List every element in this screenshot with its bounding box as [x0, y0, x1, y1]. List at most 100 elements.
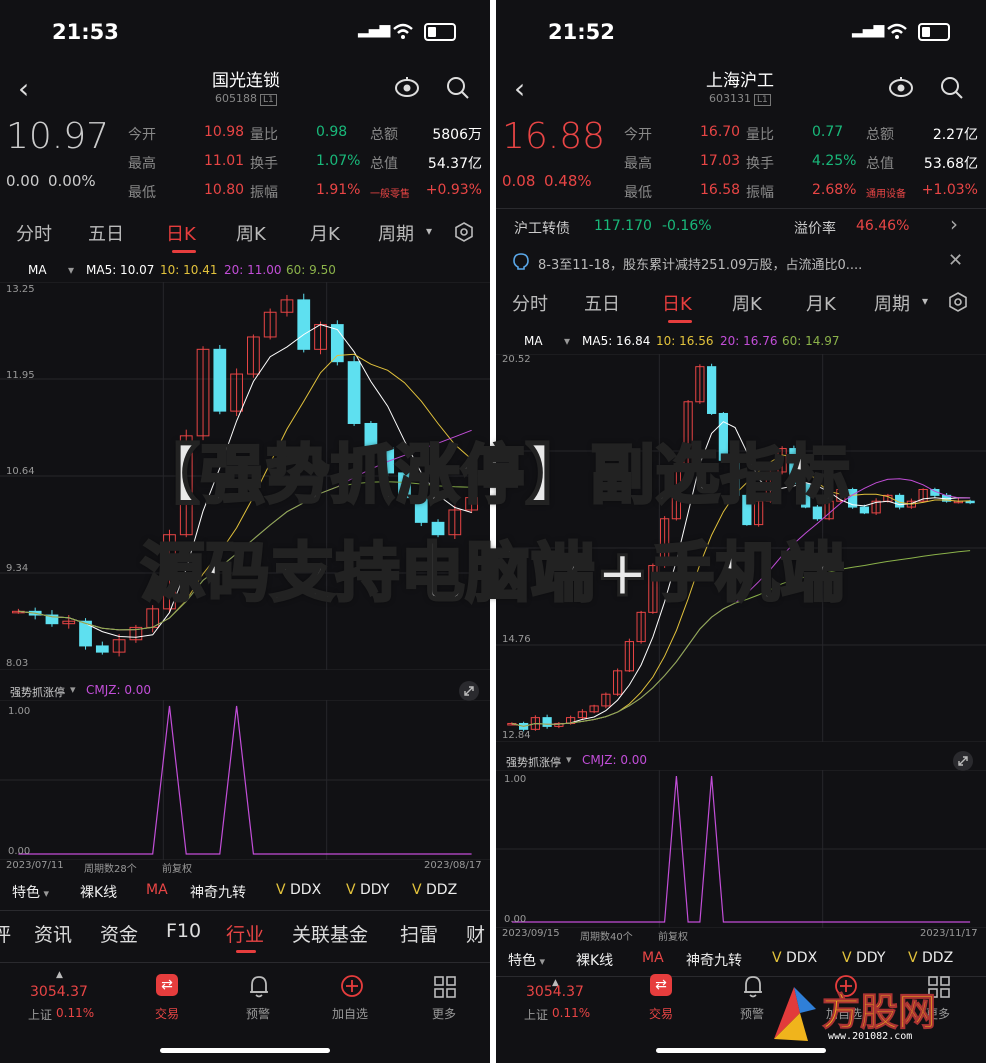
industry-tag[interactable]: 一般零售 [370, 185, 410, 200]
tab-period[interactable]: 周期 [378, 220, 414, 246]
quote-value: 10.98 [204, 124, 245, 140]
tab-period[interactable]: 月K [806, 290, 836, 316]
search-icon[interactable] [940, 76, 964, 100]
status-time: 21:52 [548, 20, 615, 44]
premium-value: 46.46% [856, 218, 910, 234]
tab-period[interactable]: 周K [732, 290, 762, 316]
adjust-mode[interactable]: 前复权 [162, 860, 192, 875]
toolbar-item[interactable]: MA [642, 950, 664, 966]
indicator-axis-min: 0.00 [8, 846, 31, 857]
alert-bell-icon[interactable] [742, 974, 764, 998]
adjust-mode[interactable]: 前复权 [658, 928, 688, 943]
trade-label[interactable]: 交易 [649, 1005, 673, 1022]
active-tab-underline [668, 320, 692, 323]
toolbar-item[interactable]: V DDX [276, 882, 321, 898]
toolbar-item[interactable]: 裸K线 [576, 950, 613, 970]
add-watchlist-icon[interactable] [340, 974, 364, 998]
price-axis-label: 14.76 [502, 634, 531, 645]
alert-label[interactable]: 预警 [246, 1005, 270, 1022]
more-grid-icon[interactable] [434, 976, 456, 998]
stock-code: 605188 L1 [215, 92, 277, 106]
tab-period[interactable]: 分时 [512, 290, 548, 316]
period-dropdown-icon[interactable]: ▾ [426, 224, 432, 238]
index-value[interactable]: 3054.37 [526, 984, 584, 1000]
ma-selector[interactable]: MA [524, 334, 543, 348]
toolbar-item[interactable]: V DDY [842, 950, 885, 966]
index-value[interactable]: 3054.37 [30, 984, 88, 1000]
toolbar-item-label: DDZ [426, 882, 458, 898]
price-change-pct: 0.00% [48, 172, 96, 190]
nav-tab[interactable]: 关联基金 [292, 920, 368, 947]
toolbar-item[interactable]: 特色 ▾ [12, 882, 49, 902]
toolbar-item[interactable]: MA [146, 882, 168, 898]
indicator-name[interactable]: 强势抓涨停 [506, 754, 561, 770]
tab-period[interactable]: 周期 [874, 290, 910, 316]
ma5-value: MA5: 16.84 [582, 334, 651, 348]
nav-tab[interactable]: 资金 [100, 920, 138, 947]
home-indicator [160, 1048, 330, 1053]
period-dropdown-icon[interactable]: ▾ [922, 294, 928, 308]
toolbar-item[interactable]: V DDY [346, 882, 389, 898]
candle-body [297, 299, 311, 350]
nav-tab[interactable]: 扫雷 [400, 920, 438, 947]
quote-value: 0.98 [316, 124, 348, 140]
robot-icon[interactable] [888, 76, 914, 98]
nav-tab[interactable]: 行业 [226, 920, 264, 947]
tab-period[interactable]: 五日 [584, 290, 620, 316]
settings-icon[interactable] [454, 222, 474, 242]
add-watchlist-label[interactable]: 加自选 [332, 1005, 368, 1022]
ma-dropdown-icon[interactable]: ▾ [564, 334, 570, 348]
notice-text[interactable]: 8-3至11-18，股东累计减持251.09万股，占流通比0.... [538, 254, 862, 273]
divider [0, 910, 490, 911]
indicator-dropdown-icon[interactable]: ▾ [566, 753, 572, 766]
expand-icon[interactable] [458, 680, 480, 702]
tab-period[interactable]: 日K [166, 220, 196, 246]
toolbar-item[interactable]: 神奇九转 [686, 950, 742, 970]
logo-emblem-icon [774, 987, 816, 1041]
toolbar-item-label: DDY [856, 950, 886, 966]
toolbar-item[interactable]: 特色 ▾ [508, 950, 545, 970]
nav-tab[interactable]: 资讯 [34, 920, 72, 947]
toolbar-item[interactable]: V DDZ [908, 950, 953, 966]
trade-icon[interactable]: ⇄ [650, 974, 672, 996]
industry-tag[interactable]: 通用设备 [866, 185, 906, 200]
robot-icon[interactable] [394, 76, 420, 98]
bond-name[interactable]: 沪工转债 [514, 218, 570, 238]
date-end: 2023/11/17 [920, 928, 978, 939]
quote-label: 最低 [128, 185, 156, 201]
nav-tab[interactable]: F10 [166, 920, 201, 942]
ma60-value: 60: 9.50 [286, 263, 336, 277]
expand-icon[interactable] [952, 750, 974, 772]
tab-period[interactable]: 月K [310, 220, 340, 246]
nav-tab[interactable]: 评 [0, 920, 11, 947]
search-icon[interactable] [446, 76, 470, 100]
indicator-dropdown-icon[interactable]: ▾ [70, 683, 76, 696]
tab-period[interactable]: 分时 [16, 220, 52, 246]
alert-bell-icon[interactable] [248, 974, 270, 998]
nav-tab[interactable]: 财 [466, 920, 485, 947]
indicator-name[interactable]: 强势抓涨停 [10, 684, 65, 700]
close-icon[interactable]: ✕ [948, 250, 963, 271]
ma-selector[interactable]: MA [28, 263, 47, 277]
toolbar-item[interactable]: 神奇九转 [190, 882, 246, 902]
trade-label[interactable]: 交易 [155, 1005, 179, 1022]
quote-value: 54.37亿 [427, 156, 482, 172]
toolbar-item[interactable]: V DDZ [412, 882, 457, 898]
ma20-value: 20: 16.76 [720, 334, 778, 348]
settings-icon[interactable] [948, 292, 968, 312]
quote-label: 总额 [370, 127, 398, 143]
back-icon[interactable]: ‹ [18, 72, 29, 105]
toolbar-item[interactable]: V DDX [772, 950, 817, 966]
trade-icon[interactable]: ⇄ [156, 974, 178, 996]
quote-value: 5806万 [432, 127, 482, 143]
more-label[interactable]: 更多 [432, 1005, 456, 1022]
toolbar-item[interactable]: 裸K线 [80, 882, 117, 902]
candle-body [95, 645, 109, 653]
tab-period[interactable]: 日K [662, 290, 692, 316]
tab-period[interactable]: 周K [236, 220, 266, 246]
alert-label[interactable]: 预警 [740, 1005, 764, 1022]
ma-dropdown-icon[interactable]: ▾ [68, 263, 74, 277]
bond-arrow-icon[interactable]: › [950, 212, 958, 236]
back-icon[interactable]: ‹ [514, 72, 525, 105]
tab-period[interactable]: 五日 [88, 220, 124, 246]
